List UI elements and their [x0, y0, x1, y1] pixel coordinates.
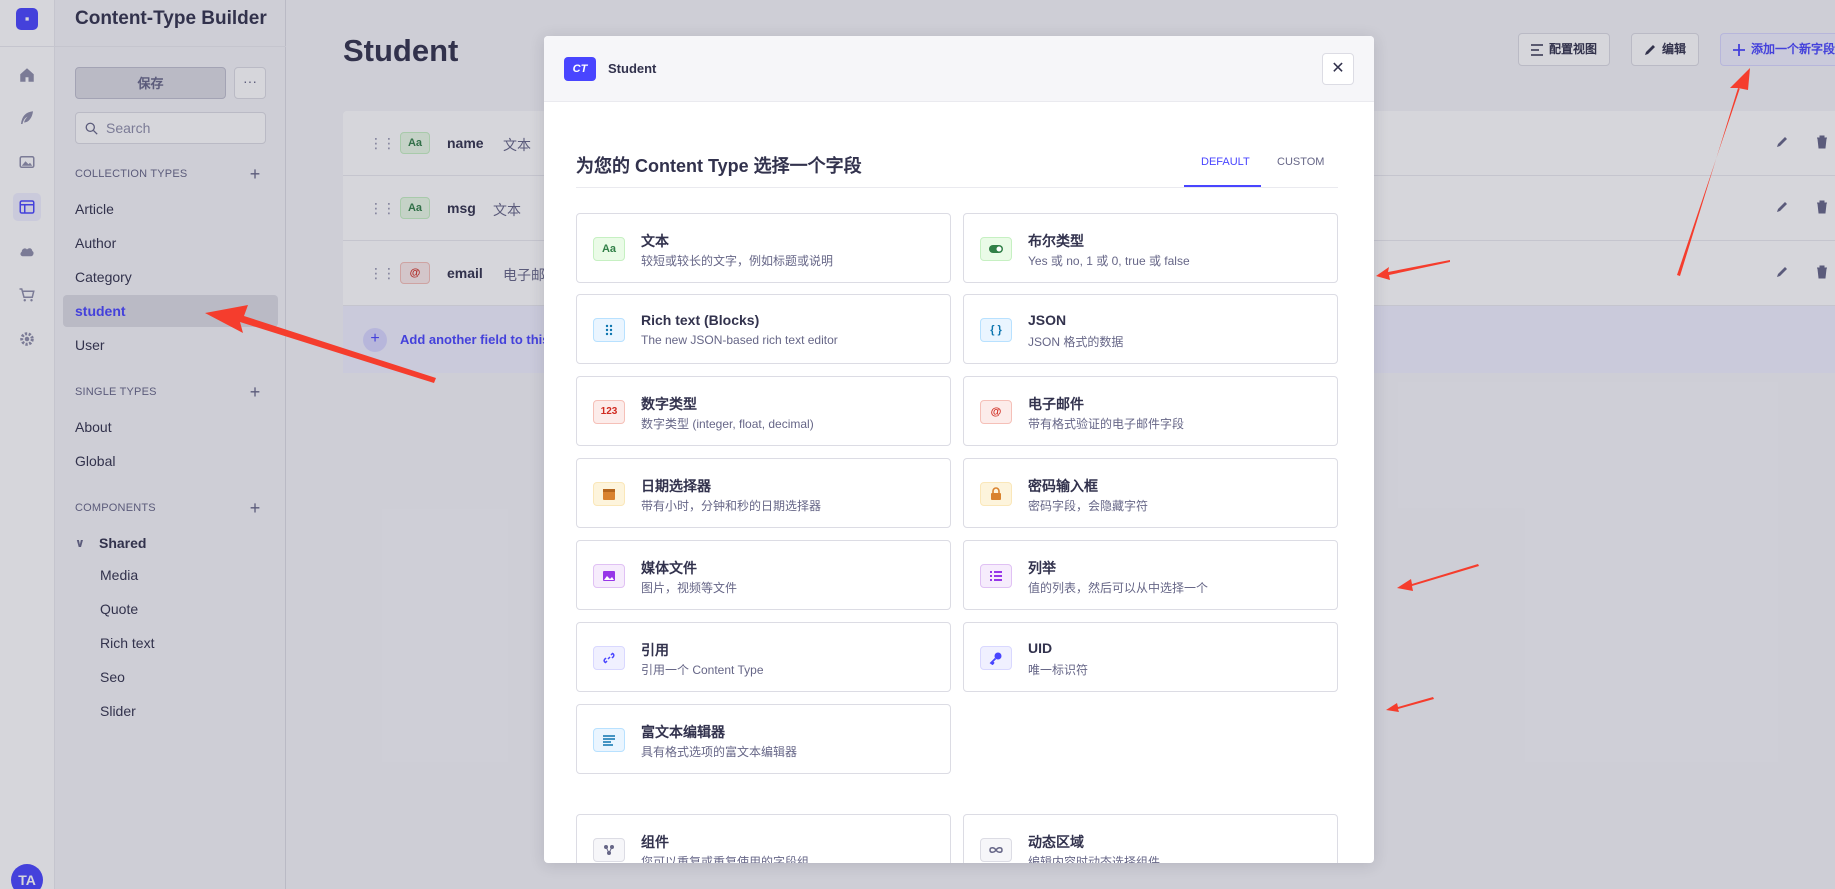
- field-card-component[interactable]: 组件 您可以重复或重复使用的字段组: [576, 814, 951, 863]
- card-title: 媒体文件: [641, 560, 697, 576]
- card-description: 唯一标识符: [1028, 663, 1089, 677]
- card-description: 您可以重复或重复使用的字段组: [641, 855, 810, 863]
- card-description: 较短或较长的文字，例如标题或说明: [641, 254, 834, 268]
- toggle-icon: [980, 237, 1012, 261]
- key-icon: [980, 646, 1012, 670]
- card-description: Yes 或 no, 1 或 0, true 或 false: [1028, 254, 1190, 268]
- lock-icon: [980, 482, 1012, 506]
- field-card-richtext-markdown[interactable]: 富文本编辑器 具有格式选项的富文本编辑器: [576, 704, 951, 774]
- field-card-number[interactable]: 123 数字类型 数字类型 (integer, float, decimal): [576, 376, 951, 446]
- tabs-divider: [576, 187, 1338, 188]
- field-card-password[interactable]: 密码输入框 密码字段，会隐藏字符: [963, 458, 1338, 528]
- modal-heading: 为您的 Content Type 选择一个字段: [576, 156, 862, 176]
- paragraph-icon: [593, 728, 625, 752]
- card-title: 电子邮件: [1028, 396, 1084, 412]
- card-title: 富文本编辑器: [641, 724, 725, 740]
- card-description: The new JSON-based rich text editor: [641, 333, 838, 347]
- card-description: 具有格式选项的富文本编辑器: [641, 745, 798, 759]
- field-card-media[interactable]: 媒体文件 图片，视频等文件: [576, 540, 951, 610]
- image-icon: [593, 564, 625, 588]
- card-title: Rich text (Blocks): [641, 312, 760, 328]
- card-title: 组件: [641, 834, 669, 850]
- card-description: 带有小时，分钟和秒的日期选择器: [641, 499, 822, 513]
- field-card-enumeration[interactable]: 列举 值的列表，然后可以从中选择一个: [963, 540, 1338, 610]
- content-type-badge: CT: [564, 57, 596, 81]
- infinity-icon: [980, 838, 1012, 862]
- modal-title: Student: [608, 61, 657, 76]
- field-card-boolean[interactable]: 布尔类型 Yes 或 no, 1 或 0, true 或 false: [963, 213, 1338, 283]
- select-field-modal: CT Student ✕ 为您的 Content Type 选择一个字段 DEF…: [544, 36, 1374, 863]
- json-icon: { }: [980, 318, 1012, 342]
- field-card-json[interactable]: { } JSON JSON 格式的数据: [963, 294, 1338, 364]
- number-icon: 123: [593, 400, 625, 424]
- field-card-email[interactable]: @ 电子邮件 带有格式验证的电子邮件字段: [963, 376, 1338, 446]
- card-description: 编辑内容时动态选择组件: [1028, 855, 1161, 863]
- card-title: 数字类型: [641, 396, 697, 412]
- card-description: 引用一个 Content Type: [641, 663, 764, 677]
- card-description: 数字类型 (integer, float, decimal): [641, 417, 814, 431]
- card-title: 动态区域: [1028, 834, 1084, 850]
- active-tab-indicator: [1184, 185, 1261, 187]
- card-title: 布尔类型: [1028, 233, 1084, 249]
- field-card-dynamic-zone[interactable]: 动态区域 编辑内容时动态选择组件: [963, 814, 1338, 863]
- card-description: 密码字段，会隐藏字符: [1028, 499, 1149, 513]
- card-title: 密码输入框: [1028, 478, 1098, 494]
- field-card-uid[interactable]: UID 唯一标识符: [963, 622, 1338, 692]
- card-title: 列举: [1028, 560, 1056, 576]
- card-title: JSON: [1028, 312, 1067, 328]
- text-icon: Aa: [593, 237, 625, 261]
- card-description: JSON 格式的数据: [1028, 335, 1124, 349]
- tab-custom[interactable]: CUSTOM: [1277, 156, 1324, 168]
- link-icon: [593, 646, 625, 670]
- tab-default[interactable]: DEFAULT: [1201, 156, 1250, 168]
- list-icon: [980, 564, 1012, 588]
- card-description: 图片，视频等文件: [641, 581, 738, 595]
- card-title: 日期选择器: [641, 478, 711, 494]
- field-card-date[interactable]: 日期选择器 带有小时，分钟和秒的日期选择器: [576, 458, 951, 528]
- calendar-icon: [593, 482, 625, 506]
- close-icon[interactable]: ✕: [1322, 53, 1354, 85]
- component-icon: [593, 838, 625, 862]
- card-description: 带有格式验证的电子邮件字段: [1028, 417, 1185, 431]
- field-card-rich-text-blocks[interactable]: Rich text (Blocks) The new JSON-based ri…: [576, 294, 951, 364]
- card-title: UID: [1028, 640, 1053, 656]
- field-card-relation[interactable]: 引用 引用一个 Content Type: [576, 622, 951, 692]
- card-title: 文本: [641, 233, 669, 249]
- email-icon: @: [980, 400, 1012, 424]
- card-description: 值的列表，然后可以从中选择一个: [1028, 581, 1209, 595]
- card-title: 引用: [641, 642, 669, 658]
- blocks-icon: [593, 318, 625, 342]
- modal-header: CT Student ✕: [544, 36, 1374, 102]
- field-card-text[interactable]: Aa 文本 较短或较长的文字，例如标题或说明: [576, 213, 951, 283]
